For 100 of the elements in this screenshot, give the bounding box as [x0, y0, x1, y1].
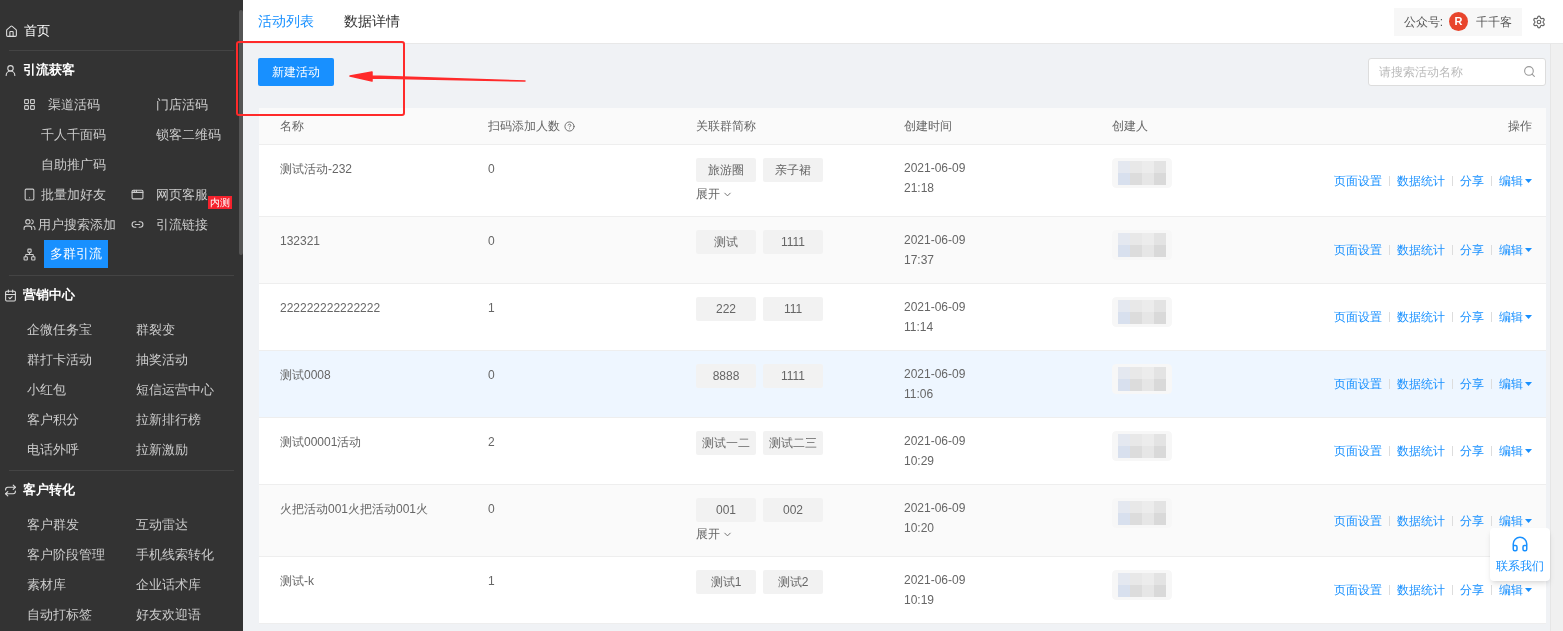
sidebar-item[interactable]: 素材库 — [25, 575, 68, 595]
table-cell-text: 2021-06-09 — [904, 299, 967, 316]
sidebar-item[interactable]: 好友欢迎语 — [134, 605, 203, 625]
sidebar-item[interactable]: 批量加好友 — [39, 185, 108, 205]
action-link[interactable]: 数据统计 — [1397, 581, 1445, 599]
sidebar-item[interactable]: 首页 — [24, 21, 50, 41]
sidebar-item[interactable]: 企微任务宝 — [25, 320, 94, 340]
sidebar-item[interactable]: 自助推广码 — [39, 155, 108, 175]
action-link[interactable]: 页面设置 — [1334, 442, 1382, 460]
action-link[interactable]: 数据统计 — [1397, 171, 1445, 190]
group-tag: 亲子裙 — [763, 158, 823, 182]
account-logo: R — [1449, 12, 1468, 31]
action-link[interactable]: 数据统计 — [1397, 442, 1445, 460]
action-link[interactable]: 分享 — [1460, 581, 1484, 599]
action-link[interactable]: 编辑 — [1499, 308, 1532, 326]
new-activity-button[interactable]: 新建活动 — [258, 58, 334, 86]
table-row[interactable]: 222222222222222 1 222 111 2021-06-09 11:14 页面设置 数据统计 分享 编辑 — [259, 284, 1546, 351]
action-link[interactable]: 编辑 — [1499, 511, 1532, 530]
action-link[interactable]: 页面设置 — [1334, 511, 1382, 530]
menu-item-icon — [23, 247, 36, 261]
caret-icon — [1525, 588, 1532, 592]
table-row[interactable]: 132321 0 测试 1111 2021-06-09 17:37 页面设置 数据统计 分享 编辑 — [259, 217, 1546, 284]
action-link[interactable]: 编辑 — [1499, 241, 1532, 259]
sidebar-item[interactable]: 拉新排行榜 — [134, 410, 203, 430]
sidebar-item[interactable]: 千人千面码 — [39, 125, 108, 145]
account-switcher[interactable]: 公众号: R 千千客 — [1393, 7, 1522, 36]
expand-link[interactable]: 展开 — [696, 185, 733, 203]
action-link[interactable]: 分享 — [1460, 511, 1484, 530]
sidebar-item[interactable]: 客户积分 — [25, 410, 81, 430]
section-icon — [4, 483, 17, 497]
group-tag: 1111 — [763, 364, 823, 388]
settings-icon[interactable] — [1532, 14, 1546, 29]
table-cell-text: 17:37 — [904, 252, 936, 269]
column-header: 名称 — [280, 118, 304, 135]
sidebar-item[interactable]: 客户群发 — [25, 515, 81, 535]
action-link[interactable]: 数据统计 — [1397, 308, 1445, 326]
table-cell-text: 2021-06-09 — [904, 500, 967, 517]
table-row[interactable]: 测试活动-232 0 旅游圈 亲子裙 展开 2021-06-09 21:18 页面设置 数据统计 分享 编辑 — [259, 145, 1546, 217]
action-link[interactable]: 分享 — [1460, 375, 1484, 393]
sidebar-item[interactable]: 企业话术库 — [134, 575, 203, 595]
group-tag: 222 — [696, 297, 756, 321]
table-cell-text: 2021-06-09 — [904, 433, 967, 450]
sidebar-item[interactable]: 网页客服 — [154, 185, 210, 205]
sidebar-item[interactable]: 锁客二维码 — [154, 125, 223, 145]
sidebar-item[interactable]: 门店活码 — [154, 95, 210, 115]
action-link[interactable]: 页面设置 — [1334, 171, 1382, 190]
action-link[interactable]: 分享 — [1460, 171, 1484, 190]
sidebar-item[interactable]: 自动打标签 — [25, 605, 94, 625]
action-link[interactable]: 页面设置 — [1334, 241, 1382, 259]
search-field[interactable]: 请搜索活动名称 — [1368, 58, 1546, 86]
table-row[interactable]: 测试00001活动 2 测试一二 测试二三 2021-06-09 10:29 页面设置 数据统计 分享 编辑 — [259, 418, 1546, 485]
menu-item-icon — [131, 187, 144, 201]
tab[interactable]: 数据详情 — [344, 11, 400, 32]
caret-icon — [1525, 518, 1532, 523]
table-cell-text: 11:06 — [904, 386, 935, 403]
action-link[interactable]: 分享 — [1460, 442, 1484, 460]
sidebar-item[interactable]: 电话外呼 — [25, 440, 81, 460]
sidebar-item[interactable]: 群裂变 — [134, 320, 177, 340]
action-link[interactable]: 编辑 — [1499, 171, 1532, 190]
sidebar-item[interactable]: 抽奖活动 — [134, 350, 190, 370]
menu-item-icon — [23, 217, 36, 231]
caret-icon — [1525, 449, 1532, 453]
caret-icon — [1525, 178, 1532, 183]
table-row[interactable]: 测试0008 0 8888 1111 2021-06-09 11:06 页面设置 数据统计 分享 编辑 — [259, 351, 1546, 418]
sidebar-item[interactable]: 小红包 — [25, 380, 68, 400]
sidebar-item[interactable]: 客户阶段管理 — [25, 545, 107, 565]
action-link[interactable]: 页面设置 — [1334, 375, 1382, 393]
menu-item-icon — [23, 97, 36, 111]
sidebar-item[interactable]: 短信运营中心 — [134, 380, 216, 400]
sidebar-item[interactable]: 群打卡活动 — [25, 350, 94, 370]
table-cell-text: 21:18 — [904, 180, 936, 197]
action-link[interactable]: 编辑 — [1499, 375, 1532, 393]
sidebar-item[interactable]: 互动雷达 — [134, 515, 190, 535]
sidebar-item[interactable]: 手机线索转化 — [134, 545, 216, 565]
sidebar-item[interactable]: 引流链接 — [154, 215, 210, 235]
sidebar-item[interactable]: 多群引流 — [44, 240, 108, 268]
sidebar-item[interactable]: 用户搜索添加 — [36, 215, 118, 235]
column-header: 操作 — [1508, 118, 1532, 135]
action-link[interactable]: 数据统计 — [1397, 375, 1445, 393]
table-cell: 0 — [488, 368, 495, 382]
action-link[interactable]: 数据统计 — [1397, 511, 1445, 530]
action-link[interactable]: 页面设置 — [1334, 308, 1382, 326]
table-row[interactable]: 火把活动001火把活动001火 0 001 002 展开 2021-06-09 10:20 页面设置 数据统计 分享 编辑 — [259, 485, 1546, 557]
action-link[interactable]: 分享 — [1460, 241, 1484, 259]
column-header: 创建人 — [1112, 118, 1148, 135]
scrollbar[interactable] — [1550, 44, 1563, 631]
sidebar-item[interactable]: 渠道活码 — [46, 95, 102, 115]
table-cell-text: 10:29 — [904, 453, 936, 470]
section-title: 营销中心 — [23, 286, 75, 305]
action-link[interactable]: 分享 — [1460, 308, 1484, 326]
contact-us-button[interactable]: 联系我们 — [1490, 528, 1550, 581]
action-link[interactable]: 数据统计 — [1397, 241, 1445, 259]
expand-link[interactable]: 展开 — [696, 525, 733, 543]
action-link[interactable]: 编辑 — [1499, 442, 1532, 460]
column-header: 创建时间 — [904, 118, 952, 135]
scrollbar[interactable] — [239, 10, 243, 255]
action-link[interactable]: 编辑 — [1499, 581, 1532, 599]
sidebar-item[interactable]: 拉新激励 — [134, 440, 190, 460]
tab[interactable]: 活动列表 — [258, 11, 314, 32]
action-link[interactable]: 页面设置 — [1334, 581, 1382, 599]
